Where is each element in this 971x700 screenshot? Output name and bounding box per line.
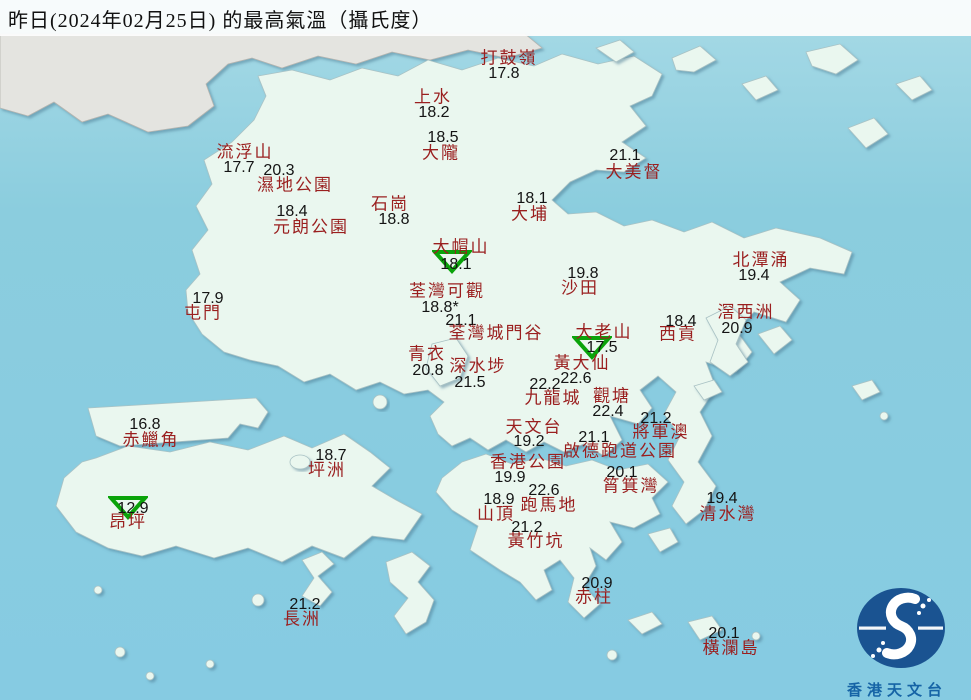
station-value: 22.6 [560, 370, 592, 387]
station-value: 18.1 [440, 256, 472, 273]
station-name: 將軍澳 [632, 422, 690, 442]
station-name: 昂坪 [109, 512, 147, 532]
station-name: 石崗 [371, 194, 409, 214]
station-value: 21.5 [454, 374, 486, 391]
station-name: 跑馬地 [520, 495, 578, 515]
station-name: 荃灣可觀 [409, 281, 485, 301]
station-name: 黃大仙 [553, 353, 611, 373]
station-name: 打鼓嶺 [480, 48, 538, 68]
station-name: 大帽山 [432, 237, 490, 257]
weather-map-screenshot: 昨日(2024年02月25日) 的最高氣溫（攝氏度） 17.8 打鼓嶺 18.2 上水… [0, 0, 971, 700]
station-name: 大美督 [605, 162, 663, 182]
station-name: 沙田 [561, 278, 599, 298]
station-name: 香港公園 [490, 452, 566, 472]
station-name: 黃竹坑 [507, 531, 565, 551]
station-name: 上水 [414, 87, 452, 107]
station-name: 赤鱲角 [122, 430, 180, 450]
station-name: 流浮山 [216, 142, 274, 162]
station-name: 西貢 [659, 324, 697, 344]
station-name: 大隴 [422, 143, 460, 163]
station-name: 筲箕灣 [602, 476, 660, 496]
station-name: 坪洲 [308, 460, 346, 480]
station-value: 19.9 [494, 469, 526, 486]
station-name: 大老山 [575, 322, 633, 342]
hko-logo-chinese: 香港天文台 [846, 683, 947, 699]
station-name: 長洲 [283, 609, 321, 629]
station-name: 濕地公園 [257, 175, 333, 195]
station-name: 屯門 [184, 303, 222, 323]
station-value: 18.8 [378, 211, 410, 228]
station-name: 啟德跑道公園 [563, 441, 677, 461]
station-name: 清水灣 [699, 504, 757, 524]
station-value: 22.4 [592, 403, 624, 420]
station-value: 20.9 [721, 320, 753, 337]
station-value: 17.8 [488, 65, 520, 82]
station-name: 赤柱 [575, 587, 613, 607]
station-name: 橫瀾島 [702, 638, 760, 658]
station-name: 北潭涌 [732, 250, 790, 270]
station-value: 19.4 [738, 267, 770, 284]
station-value: 17.7 [223, 159, 255, 176]
hko-logo-icon [857, 588, 945, 668]
station-name: 天文台 [505, 417, 563, 437]
hko-logo: 香港天文台 HONG KONG OBSERVATORY [822, 560, 971, 700]
station-name: 九龍城 [524, 388, 582, 408]
station-name: 深水埗 [449, 356, 507, 376]
station-name: 山頂 [477, 504, 515, 524]
title-bar: 昨日(2024年02月25日) 的最高氣溫（攝氏度） [0, 0, 971, 36]
page-title: 昨日(2024年02月25日) 的最高氣溫（攝氏度） [8, 10, 433, 32]
station-name: 滘西洲 [717, 302, 775, 322]
station-value: 20.8 [412, 362, 444, 379]
station-name: 荃灣城門谷 [448, 323, 544, 343]
station-name: 大埔 [511, 204, 549, 224]
station-value: 18.2 [418, 104, 450, 121]
station-name: 元朗公園 [273, 217, 349, 237]
station-name: 觀塘 [593, 386, 631, 406]
station-name: 青衣 [408, 344, 446, 364]
